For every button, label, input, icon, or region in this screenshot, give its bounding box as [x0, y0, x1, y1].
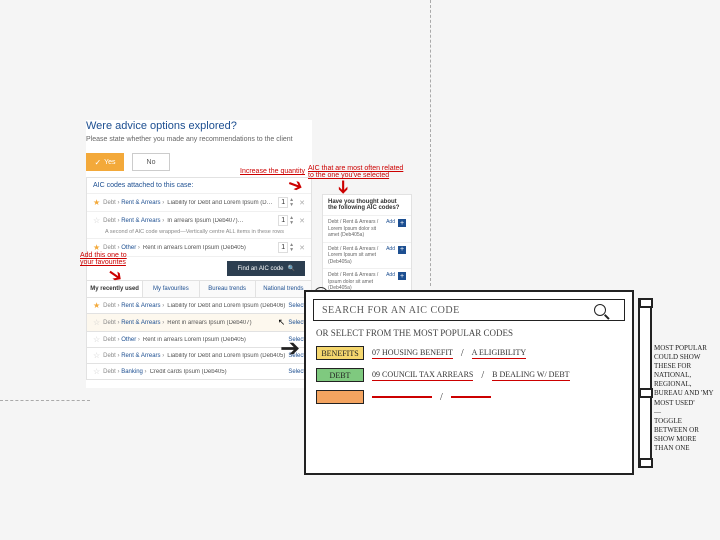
- tab-bar: My recently used My favourites Bureau tr…: [86, 281, 312, 298]
- remove-icon[interactable]: ✕: [299, 199, 305, 207]
- star-icon[interactable]: ★: [93, 243, 100, 252]
- star-icon[interactable]: ☆: [93, 335, 100, 344]
- sketch-arrow-icon: ➔: [280, 334, 300, 363]
- list-item[interactable]: ☆ Debt › Banking › Credit cards Ipsum (D…: [86, 364, 312, 380]
- guide-line-v: [430, 0, 431, 286]
- tab-national-trends[interactable]: National trends: [256, 281, 311, 297]
- sketch-chip-debt: DEBT: [316, 368, 364, 382]
- annotation-related: AIC that are most often related to the o…: [308, 165, 408, 179]
- suggested-item[interactable]: Debt / Rent & Arrears / Lorem Ipsum sit …: [323, 242, 411, 269]
- sketch-or-line: OR SELECT FROM THE MOST POPULAR CODES: [316, 328, 622, 338]
- sketch-chip-benefits: BENEFITS: [316, 346, 364, 360]
- sketch-search-box: SEARCH FOR AN AIC CODE: [313, 299, 625, 321]
- form-subtitle: Please state whether you made any recomm…: [86, 136, 312, 143]
- star-icon[interactable]: ☆: [93, 351, 100, 360]
- search-icon: [594, 304, 606, 316]
- qty-stepper[interactable]: 1▲▼: [278, 215, 294, 226]
- guide-line-h: [0, 400, 90, 401]
- remove-icon[interactable]: ✕: [299, 217, 305, 225]
- star-icon[interactable]: ☆: [93, 367, 100, 376]
- star-icon[interactable]: ☆: [93, 216, 100, 225]
- plus-icon[interactable]: +: [398, 246, 406, 254]
- attached-row: ★ Debt › Rent & Arrears › Liability for …: [87, 193, 311, 211]
- plus-icon[interactable]: +: [398, 219, 406, 227]
- find-aic-button[interactable]: Find an AIC code🔍: [227, 261, 305, 276]
- list-item[interactable]: ☆ Debt › Other › Rent in arrears Lorem I…: [86, 332, 312, 348]
- form-title: Were advice options explored?: [86, 120, 312, 132]
- star-icon[interactable]: ☆: [93, 318, 100, 327]
- select-link[interactable]: Select: [288, 369, 305, 375]
- list-item[interactable]: ☆ Debt › Rent & Arrears › Rent in arrear…: [86, 314, 312, 332]
- select-link[interactable]: Select: [288, 303, 305, 309]
- qty-stepper[interactable]: 1▲▼: [278, 242, 294, 253]
- star-icon[interactable]: ★: [93, 301, 100, 310]
- qty-stepper[interactable]: 1▲▼: [278, 197, 294, 208]
- sketch-row-benefits: BENEFITS 07 HOUSING BENEFIT / A ELIGIBIL…: [316, 346, 622, 360]
- star-icon[interactable]: ★: [93, 198, 100, 207]
- sketch-side-annotation: MOST POPULAR COULD SHOW THESE FOR NATION…: [654, 344, 714, 453]
- sketch-scrollbar: [638, 298, 652, 468]
- yes-button[interactable]: Yes: [86, 153, 124, 171]
- cursor-icon: ↖: [278, 317, 286, 328]
- attached-row: ☆ Debt › Rent & Arrears › In arrears Ips…: [87, 211, 311, 238]
- sketch-row-debt: DEBT 09 COUNCIL TAX ARREARS / B DEALING …: [316, 368, 622, 382]
- list-item[interactable]: ★ Debt › Rent & Arrears › Liability for …: [86, 298, 312, 314]
- search-icon: 🔍: [288, 265, 295, 272]
- tab-bureau-trends[interactable]: Bureau trends: [200, 281, 256, 297]
- suggested-title: Have you thought about the following AIC…: [323, 195, 411, 215]
- select-link[interactable]: Select: [288, 320, 305, 326]
- plus-icon[interactable]: +: [398, 272, 406, 280]
- annotation-arrow-icon: ➔: [335, 179, 353, 194]
- sketch-row-blank: /: [316, 390, 622, 404]
- wireframe-sketch: SEARCH FOR AN AIC CODE OR SELECT FROM TH…: [304, 290, 648, 480]
- list-item[interactable]: ☆ Debt › Rent & Arrears › Liability for …: [86, 348, 312, 364]
- annotation-fav: Add this one to your favourites: [80, 252, 130, 266]
- sketch-chip-blank: [316, 390, 364, 404]
- remove-icon[interactable]: ✕: [299, 244, 305, 252]
- tab-favourites[interactable]: My favourites: [143, 281, 199, 297]
- suggested-item[interactable]: Debt / Rent & Arrears / Lorem Ipsum dolo…: [323, 215, 411, 242]
- attached-codes-title: AIC codes attached to this case:: [87, 178, 311, 193]
- no-button[interactable]: No: [132, 153, 170, 171]
